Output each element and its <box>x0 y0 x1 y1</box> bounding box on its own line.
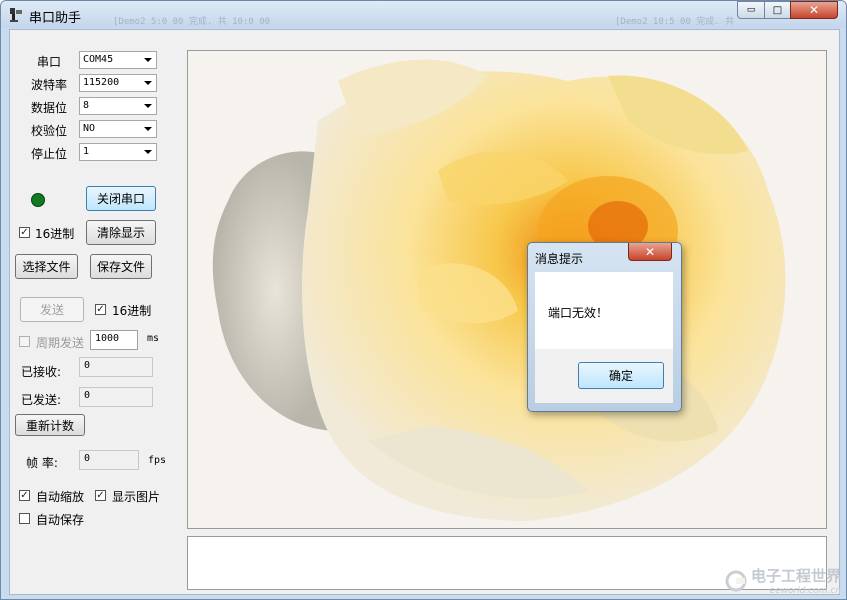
chevron-down-icon <box>144 58 152 62</box>
period-input[interactable]: 1000 <box>90 330 138 350</box>
parity-select[interactable]: NO <box>79 120 157 138</box>
hex-recv-checkbox[interactable]: ✓ <box>19 227 30 238</box>
close-port-button[interactable]: 关闭串口 <box>86 186 156 211</box>
baud-select[interactable]: 115200 <box>79 74 157 92</box>
auto-zoom-checkbox[interactable]: ✓ <box>19 490 30 501</box>
dialog-ok-button[interactable]: 确定 <box>578 362 664 389</box>
ghost-status-right: [Demo2 10:5 00 完成. 共 <box>615 17 735 27</box>
minimize-button[interactable]: ▭ <box>737 1 765 19</box>
sent-label: 已发送: <box>21 393 62 407</box>
close-icon: ✕ <box>644 244 656 259</box>
message-dialog: 消息提示 ✕ 端口无效！ 确定 <box>527 242 682 412</box>
periodic-send-label: 周期发送 <box>36 336 85 350</box>
show-image-checkbox[interactable]: ✓ <box>95 490 106 501</box>
image-display <box>187 50 827 529</box>
save-file-button[interactable]: 保存文件 <box>90 254 152 279</box>
close-icon: ✕ <box>808 3 820 17</box>
send-button[interactable]: 发送 <box>20 297 84 322</box>
chevron-down-icon <box>144 127 152 131</box>
period-unit: ms <box>147 333 160 344</box>
dialog-footer: 确定 <box>535 349 673 403</box>
parity-value: NO <box>83 123 96 134</box>
periodic-send-checkbox[interactable] <box>19 336 30 347</box>
baud-value: 115200 <box>83 77 120 88</box>
port-value: COM45 <box>83 54 114 65</box>
maximize-icon: □ <box>772 4 783 16</box>
title-bar[interactable]: 串口助手 [Demo2 5:0 00 完成. 共 10:0 00 [Demo2 … <box>1 1 846 28</box>
app-icon <box>10 8 22 22</box>
auto-zoom-label: 自动缩放 <box>36 490 85 504</box>
auto-save-label: 自动保存 <box>36 513 85 527</box>
auto-save-checkbox[interactable] <box>19 513 30 524</box>
choose-file-button[interactable]: 选择文件 <box>15 254 78 279</box>
app-window: 串口助手 [Demo2 5:0 00 完成. 共 10:0 00 [Demo2 … <box>0 0 847 600</box>
watermark-cn: 电子工程世界 <box>750 567 841 585</box>
dialog-close-button[interactable]: ✕ <box>628 243 672 261</box>
port-label: 串口 <box>37 55 62 69</box>
maximize-button[interactable]: □ <box>764 1 791 19</box>
reset-count-button[interactable]: 重新计数 <box>15 414 85 436</box>
databits-select[interactable]: 8 <box>79 97 157 115</box>
clear-display-button[interactable]: 清除显示 <box>86 220 156 245</box>
show-image-label: 显示图片 <box>112 490 161 504</box>
databits-label: 数据位 <box>31 101 68 115</box>
dialog-message: 端口无效！ <box>548 306 609 320</box>
fps-unit: fps <box>148 455 167 466</box>
client-area: 串口 COM45 波特率 115200 数据位 8 校验位 NO 停止位 1 关… <box>9 29 840 595</box>
stopbits-label: 停止位 <box>31 147 68 161</box>
close-button[interactable]: ✕ <box>790 1 838 19</box>
chevron-down-icon <box>144 104 152 108</box>
window-title: 串口助手 <box>29 11 82 26</box>
chevron-down-icon <box>144 81 152 85</box>
watermark-logo-icon <box>725 570 747 591</box>
fps-label: 帧 率: <box>26 456 58 470</box>
ghost-status-left: [Demo2 5:0 00 完成. 共 10:0 00 <box>113 17 271 27</box>
hex-send-checkbox[interactable]: ✓ <box>95 304 106 315</box>
received-label: 已接收: <box>21 365 62 379</box>
fps-value: 0 <box>79 450 139 470</box>
watermark-en: eeworld.com.cn <box>769 586 841 596</box>
sent-count: 0 <box>79 387 153 407</box>
parity-label: 校验位 <box>31 124 68 138</box>
minimize-icon: ▭ <box>746 5 756 15</box>
baud-label: 波特率 <box>31 78 68 92</box>
databits-value: 8 <box>83 100 90 111</box>
hex-send-label: 16进制 <box>112 304 152 318</box>
chevron-down-icon <box>144 150 152 154</box>
stopbits-value: 1 <box>83 146 90 157</box>
rose-image <box>212 59 786 522</box>
stopbits-select[interactable]: 1 <box>79 143 157 161</box>
status-led-icon <box>31 193 45 207</box>
dialog-body: 端口无效！ <box>535 272 673 349</box>
dialog-title: 消息提示 <box>535 252 584 266</box>
received-count: 0 <box>79 357 153 377</box>
port-select[interactable]: COM45 <box>79 51 157 69</box>
watermark: 电子工程世界 eeworld.com.cn <box>725 565 841 596</box>
hex-recv-label: 16进制 <box>35 227 75 241</box>
